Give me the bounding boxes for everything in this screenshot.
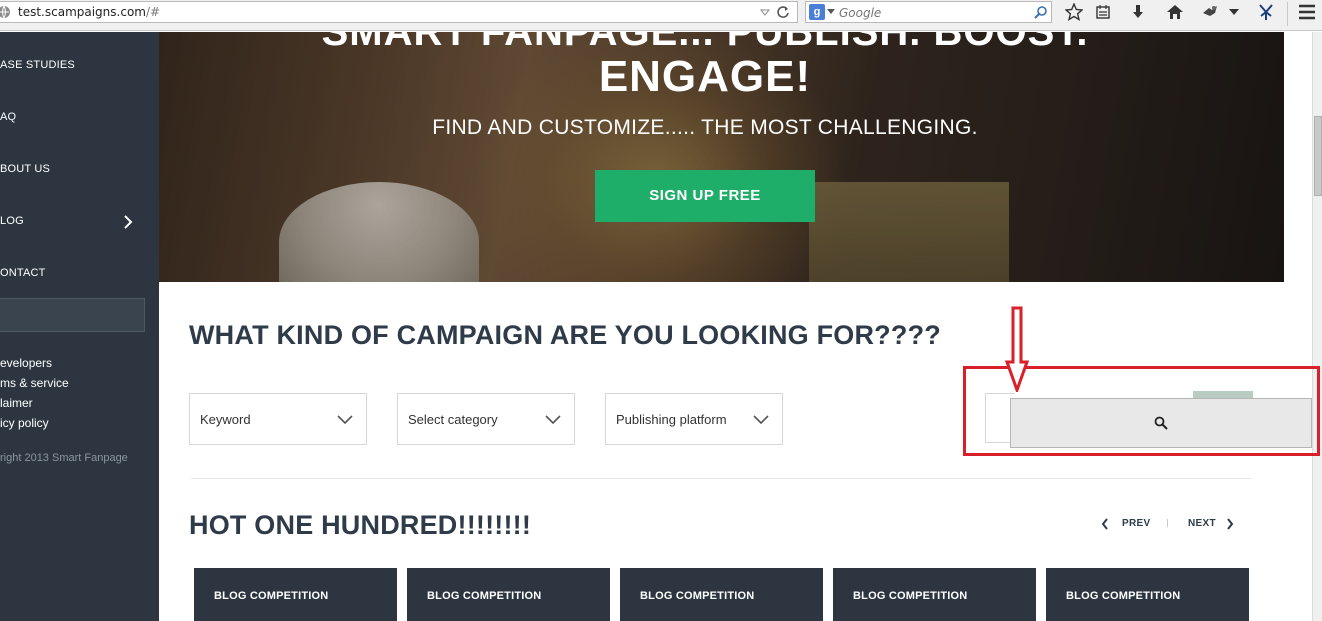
toolbar-separator	[1287, 2, 1288, 26]
next-button[interactable]: NEXT	[1188, 518, 1216, 529]
page-scrollbar[interactable]	[1312, 32, 1322, 621]
hero-subtitle: FIND AND CUSTOMIZE..... THE MOST CHALLEN…	[432, 116, 978, 139]
reading-list-icon[interactable]	[1093, 3, 1113, 21]
campaign-card[interactable]: BLOG COMPETITION	[833, 568, 1036, 621]
reload-icon[interactable]	[776, 5, 790, 19]
keyword-dropdown-label: Keyword	[200, 412, 251, 427]
copyright-text: right 2013 Smart Fanpage	[0, 452, 128, 464]
campaign-card[interactable]: BLOG COMPETITION	[194, 568, 397, 621]
category-dropdown[interactable]: Select category	[397, 393, 575, 445]
search-icon[interactable]	[1034, 5, 1048, 19]
pager-separator	[1167, 519, 1168, 527]
campaign-card-label: BLOG COMPETITION	[853, 590, 968, 602]
search-engine-icon[interactable]: g	[809, 4, 825, 20]
menu-dropdown-icon[interactable]	[1227, 3, 1241, 21]
sidebar-item-about-us[interactable]: BOUT US	[0, 163, 50, 175]
search-engine-dropdown-icon[interactable]	[827, 7, 835, 15]
address-text: test.scampaigns.com/#	[18, 5, 160, 19]
sidebar-item-faq[interactable]: AQ	[0, 111, 16, 123]
sidebar-item-blog[interactable]: LOG	[0, 215, 24, 227]
chevron-down-icon	[337, 415, 353, 425]
hero-title: ENGAGE!	[598, 52, 812, 101]
chevron-right-icon[interactable]	[122, 214, 134, 230]
chevron-down-icon	[545, 415, 561, 425]
campaign-card[interactable]: BLOG COMPETITION	[407, 568, 610, 621]
prev-button[interactable]: PREV	[1122, 518, 1150, 529]
hamburger-icon[interactable]	[1297, 3, 1317, 21]
annotation-arrow-icon	[1005, 306, 1029, 392]
category-dropdown-label: Select category	[408, 412, 498, 427]
home-icon[interactable]	[1165, 3, 1185, 21]
section-divider	[191, 478, 1251, 479]
hot-one-hundred-heading: HOT ONE HUNDRED!!!!!!!!	[189, 510, 532, 540]
campaign-card-label: BLOG COMPETITION	[214, 590, 329, 602]
history-dropdown-icon[interactable]	[760, 7, 770, 17]
browser-search-bar[interactable]: g Google	[805, 1, 1052, 23]
sidebar-item-case-studies[interactable]: ASE STUDIES	[0, 59, 75, 71]
star-icon[interactable]	[1064, 3, 1084, 21]
sidebar-item-contact[interactable]: ONTACT	[0, 267, 46, 279]
sidebar-link-developers[interactable]: evelopers	[0, 356, 52, 370]
campaign-card-label: BLOG COMPETITION	[640, 590, 755, 602]
search-placeholder: Google	[839, 6, 882, 20]
browser-toolbar: test.scampaigns.com/# g Google	[0, 0, 1322, 31]
sidebar: ASE STUDIES AQ BOUT US LOG ONTACT evelop…	[0, 32, 159, 621]
chevron-right-icon[interactable]	[1226, 518, 1234, 530]
sign-up-free-button[interactable]: SIGN UP FREE	[595, 170, 815, 222]
download-icon[interactable]	[1128, 3, 1148, 21]
hero-banner: SMART FANPAGE... PUBLISH. BOOST. ENGAGE!…	[159, 32, 1284, 282]
sidebar-search-input[interactable]	[0, 298, 145, 332]
platform-dropdown-label: Publishing platform	[616, 412, 727, 427]
sidebar-link-privacy-policy[interactable]: icy policy	[0, 416, 49, 430]
address-bar[interactable]: test.scampaigns.com/#	[0, 1, 798, 23]
addon-icon[interactable]	[1256, 3, 1276, 21]
campaign-card[interactable]: BLOG COMPETITION	[620, 568, 823, 621]
campaign-search-heading: WHAT KIND OF CAMPAIGN ARE YOU LOOKING FO…	[189, 320, 941, 350]
keyword-dropdown[interactable]: Keyword	[189, 393, 367, 445]
url-path: /#	[145, 5, 161, 19]
url-host: test.scampaigns.com	[18, 5, 146, 19]
chevron-down-icon	[753, 415, 769, 425]
campaign-card[interactable]: BLOG COMPETITION	[1046, 568, 1249, 621]
campaign-card-label: BLOG COMPETITION	[1066, 590, 1181, 602]
chevron-left-icon[interactable]	[1101, 518, 1109, 530]
scrollbar-thumb[interactable]	[1314, 116, 1322, 196]
puzzle-icon[interactable]	[1200, 3, 1220, 21]
sidebar-link-terms[interactable]: ms & service	[0, 376, 69, 390]
campaign-card-label: BLOG COMPETITION	[427, 590, 542, 602]
sidebar-link-disclaimer[interactable]: laimer	[0, 396, 33, 410]
globe-icon	[0, 5, 10, 19]
platform-dropdown[interactable]: Publishing platform	[605, 393, 783, 445]
